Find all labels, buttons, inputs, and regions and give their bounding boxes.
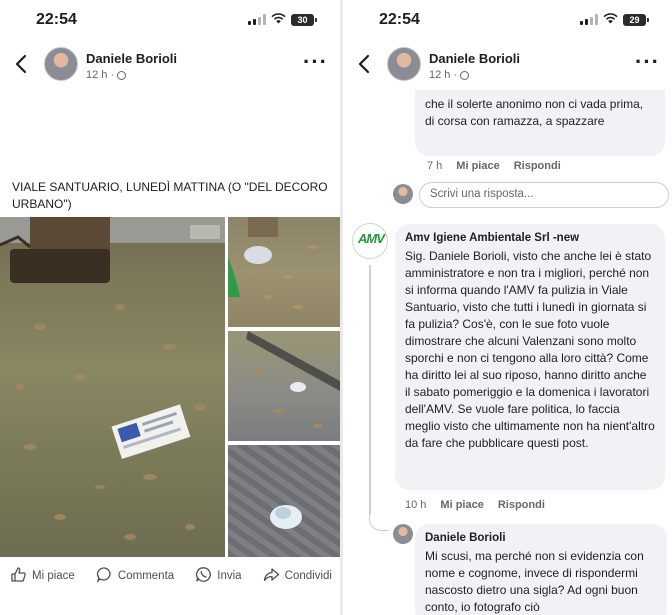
like-button[interactable]: Mi piace (10, 563, 75, 589)
photo-top-right[interactable] (228, 217, 340, 327)
photo-bottom-right[interactable] (228, 445, 340, 557)
post-meta: 12 h · (429, 69, 470, 81)
battery-icon: 29 (623, 13, 649, 26)
comment-meta: 7 h Mi piace Rispondi (427, 160, 561, 172)
more-options-icon[interactable]: ··· (635, 51, 660, 73)
comment-text: Sig. Daniele Borioli, visto che anche le… (405, 249, 655, 450)
whatsapp-icon (195, 566, 212, 586)
globe-icon (460, 70, 470, 80)
post-header: Daniele Borioli 12 h · ··· (343, 44, 672, 88)
battery-icon: 30 (291, 13, 317, 26)
reply-input[interactable]: Scrivi una risposta... (419, 182, 669, 208)
post-text: VIALE SANTUARIO, LUNEDÌ MATTINA (O "DEL … (12, 180, 328, 211)
comment-like-button[interactable]: Mi piace (440, 499, 483, 511)
status-bar: 22:54 30 (0, 0, 340, 40)
post-time: 12 h · (86, 69, 115, 81)
share-icon (263, 566, 280, 586)
user-avatar (393, 184, 413, 204)
status-time: 22:54 (379, 11, 420, 28)
comments-screen: 22:54 29 Daniele Borioli 12 h · ··· che … (343, 0, 672, 615)
send-label: Invia (217, 570, 242, 582)
share-button[interactable]: Condividi (263, 563, 332, 589)
author-name[interactable]: Daniele Borioli (429, 51, 520, 66)
comment-meta: 10 h Mi piace Rispondi (405, 499, 545, 511)
amv-logo-avatar[interactable]: AMV (352, 223, 388, 259)
author-name[interactable]: Daniele Borioli (86, 51, 177, 66)
send-button[interactable]: Invia (195, 563, 242, 589)
reply-author-avatar[interactable] (393, 524, 413, 544)
globe-icon (117, 70, 127, 80)
post-actions: Mi piace Commenta Invia Condividi (0, 563, 340, 589)
wifi-icon (271, 13, 286, 26)
comment-reply-button[interactable]: Rispondi (498, 499, 545, 511)
comment-bubble: Amv Igiene Ambientale Srl -new Sig. Dani… (395, 224, 665, 490)
back-arrow-icon[interactable] (12, 52, 32, 76)
status-bar: 22:54 29 (343, 0, 672, 40)
comment-like-button[interactable]: Mi piace (456, 160, 499, 172)
comment-bubble: Daniele Borioli Mi scusi, ma perché non … (415, 524, 667, 615)
photo-grid (0, 217, 340, 557)
comment-reply-button[interactable]: Rispondi (514, 160, 561, 172)
comment-bubble: che il solerte anonimo non ci vada prima… (415, 90, 665, 156)
photo-main[interactable] (0, 217, 225, 557)
status-icons: 30 (248, 13, 317, 26)
comment-author[interactable]: Daniele Borioli (425, 530, 657, 547)
post-header: Daniele Borioli 12 h · ··· (0, 44, 340, 88)
author-avatar[interactable] (387, 47, 421, 81)
more-options-icon[interactable]: ··· (303, 51, 328, 73)
status-icons: 29 (580, 13, 649, 26)
like-label: Mi piace (32, 570, 75, 582)
thread-line (369, 265, 371, 515)
author-avatar[interactable] (44, 47, 78, 81)
comment-time: 10 h (405, 499, 427, 511)
thumbs-up-icon (10, 566, 27, 586)
comment-text: Mi scusi, ma perché non si evidenzia con… (425, 549, 644, 614)
share-label: Condividi (284, 570, 332, 582)
comment-text: che il solerte anonimo non ci vada prima… (425, 97, 644, 128)
comment-icon (96, 566, 113, 586)
comment-button[interactable]: Commenta (96, 563, 174, 589)
thread-connector (369, 505, 389, 531)
signal-icon (580, 14, 598, 25)
back-arrow-icon[interactable] (355, 52, 375, 76)
wifi-icon (603, 13, 618, 26)
status-time: 22:54 (36, 11, 77, 28)
photo-middle-right[interactable] (228, 331, 340, 441)
signal-icon (248, 14, 266, 25)
post-time: 12 h · (429, 69, 458, 81)
post-screen: 22:54 30 Daniele Borioli 12 h · ··· VIAL… (0, 0, 340, 615)
comment-author[interactable]: Amv Igiene Ambientale Srl -new (405, 230, 655, 247)
post-meta: 12 h · (86, 69, 127, 81)
comment-label: Commenta (117, 570, 175, 582)
comment-time: 7 h (427, 160, 443, 172)
amv-logo-icon: AMV (358, 231, 385, 246)
